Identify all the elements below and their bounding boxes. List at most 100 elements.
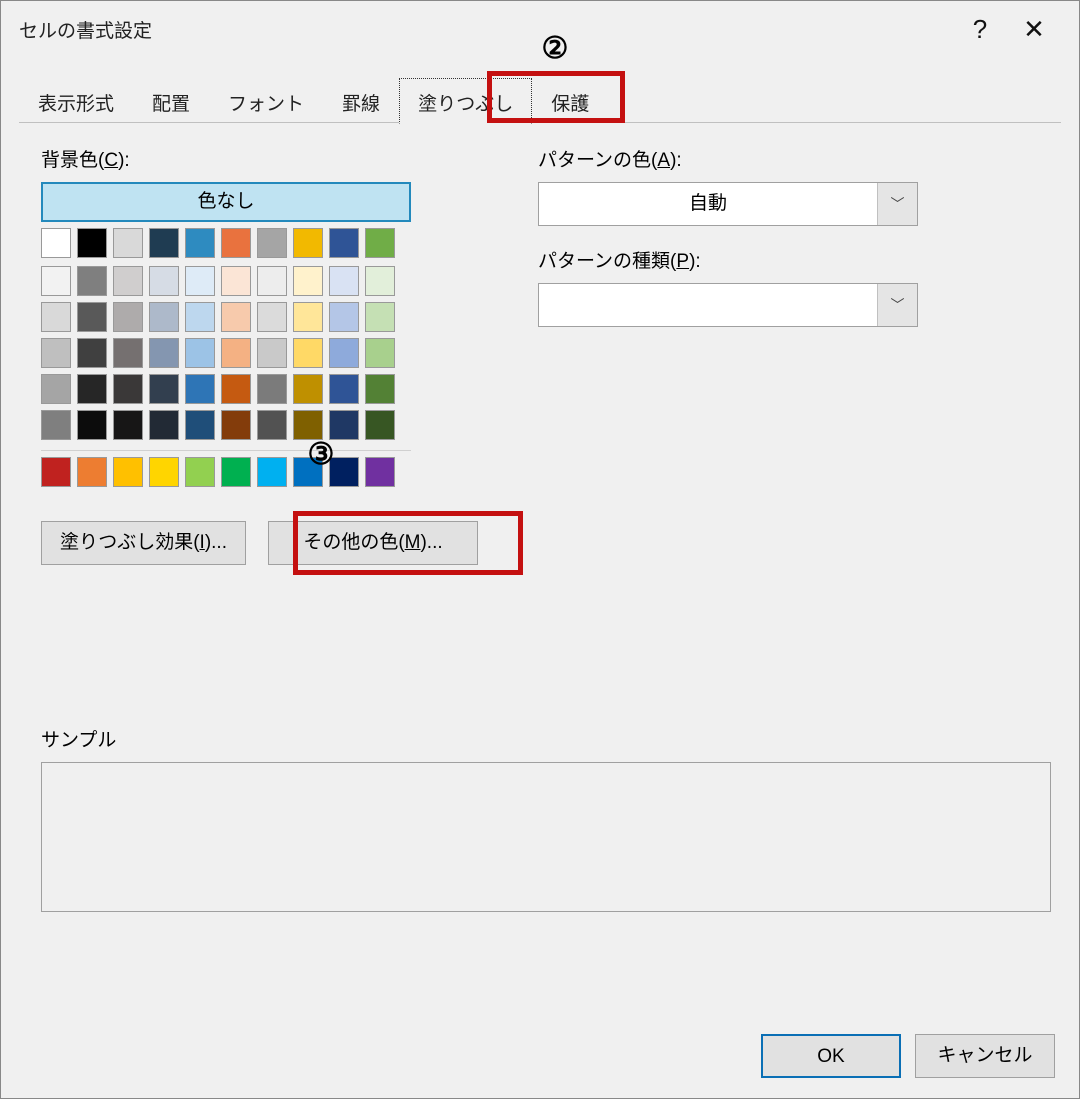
color-swatch[interactable]: [221, 266, 251, 296]
color-swatch[interactable]: [113, 266, 143, 296]
color-swatch[interactable]: [41, 374, 71, 404]
color-swatch[interactable]: [365, 266, 395, 296]
tab-border[interactable]: 罫線: [323, 78, 399, 124]
color-swatch[interactable]: [41, 266, 71, 296]
color-swatch[interactable]: [257, 266, 287, 296]
background-color-panel: 背景色(C): 色なし 塗りつぶし効果(I)... その他の色(M)... ③: [41, 145, 478, 565]
tab-fill[interactable]: 塗りつぶし: [399, 78, 532, 124]
color-swatch[interactable]: [365, 457, 395, 487]
color-swatch[interactable]: [77, 457, 107, 487]
color-swatch[interactable]: [185, 266, 215, 296]
color-swatch[interactable]: [113, 374, 143, 404]
color-swatch[interactable]: [77, 302, 107, 332]
color-swatch[interactable]: [293, 457, 323, 487]
color-swatch[interactable]: [77, 410, 107, 440]
color-swatch[interactable]: [221, 410, 251, 440]
pattern-color-combo[interactable]: 自動 ﹀: [538, 182, 918, 226]
color-swatch[interactable]: [293, 266, 323, 296]
color-swatch[interactable]: [149, 338, 179, 368]
color-swatch[interactable]: [113, 228, 143, 258]
color-swatch[interactable]: [293, 228, 323, 258]
color-swatch[interactable]: [41, 410, 71, 440]
color-swatch[interactable]: [257, 374, 287, 404]
color-swatch[interactable]: [293, 302, 323, 332]
color-swatch[interactable]: [365, 410, 395, 440]
color-swatch[interactable]: [365, 228, 395, 258]
color-swatch[interactable]: [365, 374, 395, 404]
color-swatch[interactable]: [113, 338, 143, 368]
theme-color-row: [41, 228, 478, 258]
color-swatch[interactable]: [329, 228, 359, 258]
color-swatch[interactable]: [185, 410, 215, 440]
no-color-button[interactable]: 色なし: [41, 182, 411, 222]
color-swatch[interactable]: [113, 302, 143, 332]
color-swatch[interactable]: [293, 374, 323, 404]
color-swatch[interactable]: [149, 410, 179, 440]
color-swatch[interactable]: [293, 338, 323, 368]
cancel-button[interactable]: キャンセル: [915, 1034, 1055, 1078]
color-swatch[interactable]: [221, 228, 251, 258]
color-swatch[interactable]: [185, 302, 215, 332]
theme-shade-row: [41, 338, 478, 368]
more-colors-button[interactable]: その他の色(M)...: [268, 521, 478, 565]
color-swatch[interactable]: [113, 457, 143, 487]
color-swatch[interactable]: [41, 228, 71, 258]
color-swatch[interactable]: [221, 374, 251, 404]
color-swatch[interactable]: [365, 302, 395, 332]
help-button[interactable]: ?: [953, 1, 1007, 57]
color-swatch[interactable]: [329, 266, 359, 296]
pattern-type-label: パターンの種類(P):: [538, 246, 1051, 273]
color-swatch[interactable]: [149, 457, 179, 487]
tab-protection[interactable]: 保護: [532, 78, 608, 124]
color-swatch[interactable]: [221, 338, 251, 368]
fill-effects-button[interactable]: 塗りつぶし効果(I)...: [41, 521, 246, 565]
tab-number[interactable]: 表示形式: [19, 78, 133, 124]
color-swatch[interactable]: [185, 228, 215, 258]
color-swatch[interactable]: [221, 302, 251, 332]
tab-font[interactable]: フォント: [209, 78, 323, 124]
color-swatch[interactable]: [329, 338, 359, 368]
tab-content: 背景色(C): 色なし 塗りつぶし効果(I)... その他の色(M)... ③ …: [1, 123, 1079, 575]
format-cells-dialog: セルの書式設定 ? ✕ ② 表示形式 配置 フォント 罫線 塗りつぶし 保護 背…: [0, 0, 1080, 1099]
pattern-type-combo[interactable]: ﹀: [538, 283, 918, 327]
color-swatch[interactable]: [41, 457, 71, 487]
fill-buttons-row: 塗りつぶし効果(I)... その他の色(M)...: [41, 521, 478, 565]
tab-bar: 表示形式 配置 フォント 罫線 塗りつぶし 保護: [19, 77, 1061, 123]
color-swatch[interactable]: [149, 302, 179, 332]
color-swatch[interactable]: [113, 410, 143, 440]
color-swatch[interactable]: [185, 457, 215, 487]
tab-alignment[interactable]: 配置: [133, 78, 209, 124]
color-swatch[interactable]: [257, 410, 287, 440]
color-swatch[interactable]: [257, 338, 287, 368]
standard-color-row: [41, 457, 478, 487]
close-button[interactable]: ✕: [1007, 1, 1061, 57]
color-swatch[interactable]: [257, 228, 287, 258]
color-swatch[interactable]: [77, 338, 107, 368]
color-swatch[interactable]: [329, 410, 359, 440]
color-swatch[interactable]: [257, 302, 287, 332]
color-swatch[interactable]: [293, 410, 323, 440]
theme-shade-grid: [41, 266, 478, 440]
color-swatch[interactable]: [329, 302, 359, 332]
pattern-type-value: [539, 284, 877, 326]
ok-button[interactable]: OK: [761, 1034, 901, 1078]
color-swatch[interactable]: [221, 457, 251, 487]
background-color-label: 背景色(C):: [41, 145, 478, 172]
theme-shade-row: [41, 410, 478, 440]
color-swatch[interactable]: [149, 228, 179, 258]
color-swatch[interactable]: [185, 338, 215, 368]
theme-shade-row: [41, 266, 478, 296]
color-swatch[interactable]: [257, 457, 287, 487]
color-swatch[interactable]: [329, 374, 359, 404]
color-swatch[interactable]: [185, 374, 215, 404]
color-swatch[interactable]: [77, 266, 107, 296]
color-swatch[interactable]: [77, 228, 107, 258]
color-swatch[interactable]: [149, 374, 179, 404]
color-swatch[interactable]: [77, 374, 107, 404]
color-swatch[interactable]: [365, 338, 395, 368]
color-swatch[interactable]: [329, 457, 359, 487]
color-swatch[interactable]: [41, 302, 71, 332]
color-swatch[interactable]: [41, 338, 71, 368]
color-swatch[interactable]: [149, 266, 179, 296]
divider: [41, 450, 411, 451]
